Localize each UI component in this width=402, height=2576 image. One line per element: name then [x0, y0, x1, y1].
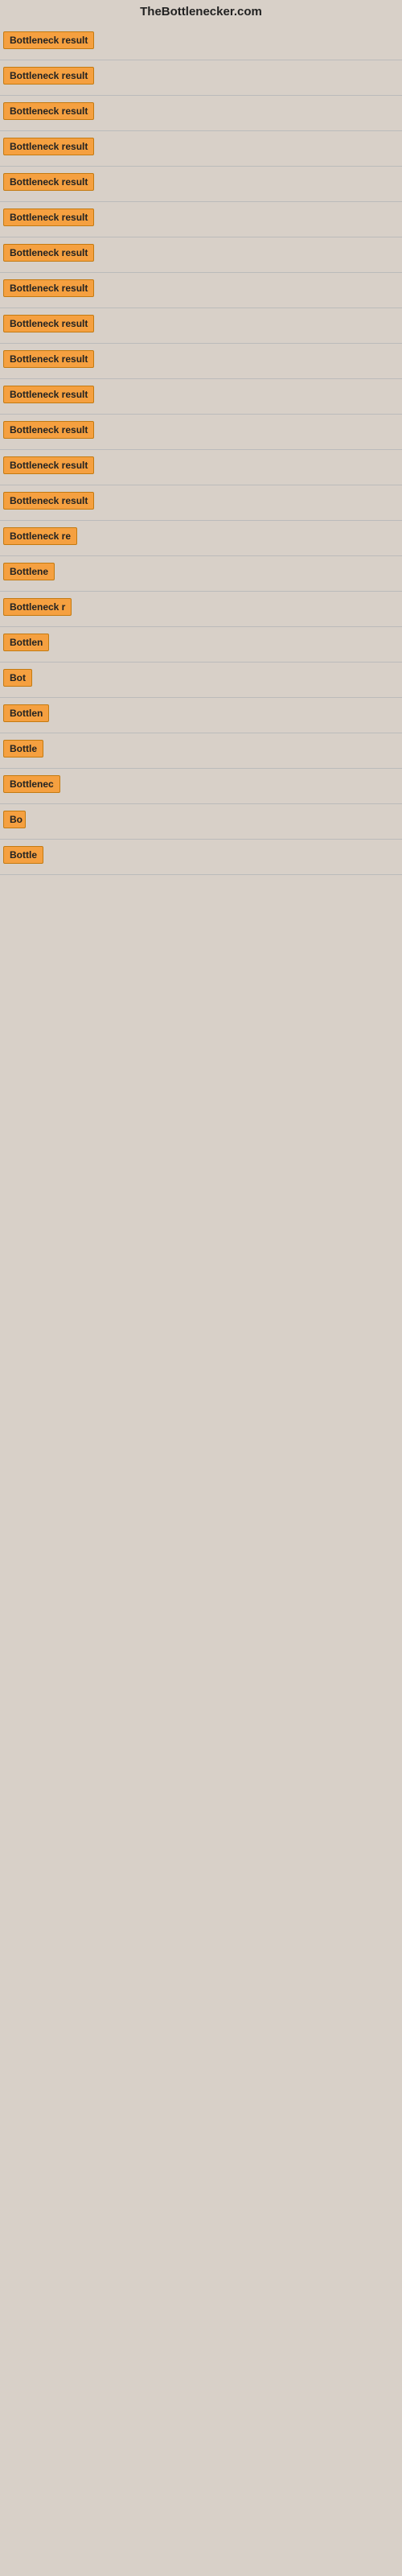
bottleneck-badge-15[interactable]: Bottlene: [3, 563, 55, 580]
result-row-10: Bottleneck result: [0, 379, 402, 415]
bottleneck-badge-7[interactable]: Bottleneck result: [3, 279, 94, 297]
bottleneck-badge-0[interactable]: Bottleneck result: [3, 31, 94, 49]
result-row-2: Bottleneck result: [0, 96, 402, 131]
bottleneck-badge-11[interactable]: Bottleneck result: [3, 421, 94, 439]
bottleneck-badge-4[interactable]: Bottleneck result: [3, 173, 94, 191]
result-row-13: Bottleneck result: [0, 485, 402, 521]
bottleneck-badge-8[interactable]: Bottleneck result: [3, 315, 94, 332]
result-row-0: Bottleneck result: [0, 25, 402, 60]
result-row-4: Bottleneck result: [0, 167, 402, 202]
bottleneck-badge-16[interactable]: Bottleneck r: [3, 598, 72, 616]
result-row-8: Bottleneck result: [0, 308, 402, 344]
bottleneck-badge-5[interactable]: Bottleneck result: [3, 208, 94, 226]
bottleneck-badge-6[interactable]: Bottleneck result: [3, 244, 94, 262]
result-row-14: Bottleneck re: [0, 521, 402, 556]
bottleneck-badge-14[interactable]: Bottleneck re: [3, 527, 77, 545]
site-title: TheBottlenecker.com: [0, 0, 402, 25]
result-row-11: Bottleneck result: [0, 415, 402, 450]
bottleneck-badge-19[interactable]: Bottlen: [3, 704, 49, 722]
result-row-23: Bottle: [0, 840, 402, 875]
result-row-18: Bot: [0, 663, 402, 698]
bottleneck-badge-13[interactable]: Bottleneck result: [3, 492, 94, 510]
bottleneck-badge-3[interactable]: Bottleneck result: [3, 138, 94, 155]
bottleneck-badge-1[interactable]: Bottleneck result: [3, 67, 94, 85]
result-row-15: Bottlene: [0, 556, 402, 592]
result-row-16: Bottleneck r: [0, 592, 402, 627]
result-row-21: Bottlenec: [0, 769, 402, 804]
result-row-12: Bottleneck result: [0, 450, 402, 485]
result-row-20: Bottle: [0, 733, 402, 769]
bottleneck-badge-9[interactable]: Bottleneck result: [3, 350, 94, 368]
bottleneck-badge-2[interactable]: Bottleneck result: [3, 102, 94, 120]
bottleneck-badge-12[interactable]: Bottleneck result: [3, 456, 94, 474]
bottleneck-badge-23[interactable]: Bottle: [3, 846, 43, 864]
bottleneck-badge-21[interactable]: Bottlenec: [3, 775, 60, 793]
result-row-19: Bottlen: [0, 698, 402, 733]
bottleneck-badge-18[interactable]: Bot: [3, 669, 32, 687]
result-row-1: Bottleneck result: [0, 60, 402, 96]
result-row-22: Bo: [0, 804, 402, 840]
result-row-7: Bottleneck result: [0, 273, 402, 308]
bottleneck-badge-10[interactable]: Bottleneck result: [3, 386, 94, 403]
page-container: TheBottlenecker.com Bottleneck resultBot…: [0, 0, 402, 875]
results-list: Bottleneck result Bottleneck result Bottle…: [0, 25, 402, 875]
bottleneck-badge-17[interactable]: Bottlen: [3, 634, 49, 651]
result-row-5: Bottleneck result: [0, 202, 402, 237]
bottleneck-badge-22[interactable]: Bo: [3, 811, 26, 828]
result-row-17: Bottlen: [0, 627, 402, 663]
result-row-9: Bottleneck result: [0, 344, 402, 379]
bottleneck-badge-20[interactable]: Bottle: [3, 740, 43, 758]
result-row-3: Bottleneck result: [0, 131, 402, 167]
result-row-6: Bottleneck result: [0, 237, 402, 273]
